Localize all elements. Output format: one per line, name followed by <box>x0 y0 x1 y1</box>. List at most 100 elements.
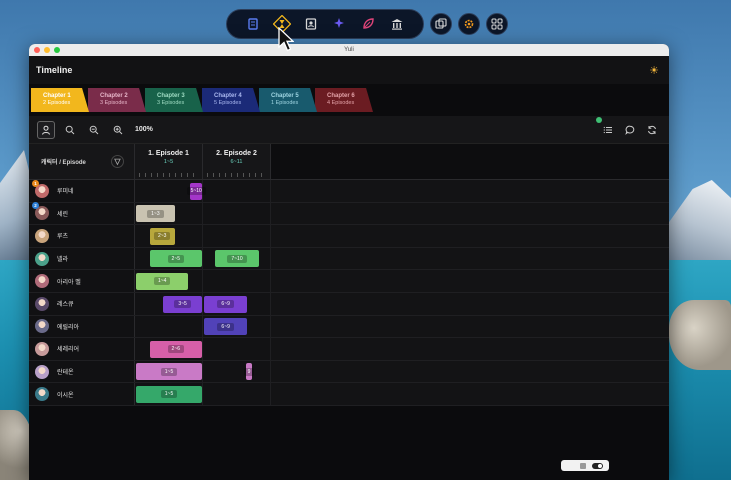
avatar: 2 <box>32 202 49 221</box>
scene-range-bar[interactable]: 2~6 <box>149 340 202 358</box>
layout-icon <box>580 462 586 469</box>
count-badge: 2 <box>32 202 39 210</box>
avatar <box>35 274 49 289</box>
character-label[interactable]: 루츠 <box>29 225 135 247</box>
timeline-cell[interactable] <box>203 270 271 292</box>
scene-range-label: 1~4 <box>153 277 171 286</box>
refresh-icon[interactable] <box>643 121 661 139</box>
character-rows: 1 루미네 2 세린 루츠넬라아리아 벨레스큐에릴리아세레리어란테온이시온 5~10 1~3… <box>29 179 669 406</box>
avatar <box>35 251 49 266</box>
search-icon[interactable] <box>61 121 79 139</box>
scene-range-bar[interactable]: 1~4 <box>136 272 189 290</box>
sun-icon[interactable]: ☀ <box>647 63 661 77</box>
leaf-icon[interactable] <box>359 15 377 33</box>
character-name: 아리아 벨 <box>57 279 81 286</box>
page-title: Timeline <box>36 65 73 75</box>
character-label[interactable]: 세레리어 <box>29 338 135 360</box>
character-label[interactable]: 레스큐 <box>29 292 135 315</box>
avatar <box>35 319 49 334</box>
table-row: 에릴리아 <box>29 315 669 339</box>
tab-chapter-3[interactable]: Chapter 33 Episodes <box>145 88 203 112</box>
sparkle-icon[interactable] <box>330 15 348 33</box>
count-badge: 1 <box>32 179 39 187</box>
table-row: 1 루미네 <box>29 179 669 203</box>
scene-range-bar[interactable]: 2~3 <box>149 227 175 245</box>
grid-icon[interactable] <box>486 13 508 35</box>
scene-range-bar[interactable]: 6~9 <box>204 295 248 313</box>
scene-range-label: 7~10 <box>227 254 247 263</box>
view-toggle[interactable] <box>561 460 609 471</box>
tab-chapter-5[interactable]: Chapter 51 Episodes <box>259 88 317 112</box>
scene-range-bar[interactable]: 1~5 <box>136 363 202 381</box>
table-row: 루츠 <box>29 225 669 248</box>
scene-range-bar[interactable]: 1~5 <box>136 385 202 403</box>
table-row: 이시온 <box>29 383 669 406</box>
mouse-cursor-icon <box>278 27 294 52</box>
toggle-switch[interactable] <box>592 462 603 469</box>
character-label[interactable]: 아리아 벨 <box>29 270 135 292</box>
contact-icon[interactable] <box>302 15 320 33</box>
list-icon[interactable] <box>599 121 617 139</box>
character-label[interactable]: 1 루미네 <box>29 179 135 202</box>
character-label[interactable]: 넬라 <box>29 247 135 270</box>
scene-range-label: 1~5 <box>160 367 178 376</box>
avatar: 1 <box>32 179 49 198</box>
episode-header-2[interactable]: 2. Episode 2 6~11 <box>203 144 271 179</box>
scene-range-bar[interactable]: 7~10 <box>215 250 259 268</box>
chapter-tabs: Chapter 12 Episodes Chapter 23 Episodes Ch… <box>29 84 669 116</box>
scene-range-label: 1~3 <box>147 209 164 218</box>
zoom-out-icon[interactable] <box>85 121 103 139</box>
scene-range-label: 9 <box>243 367 255 376</box>
timeline-cell[interactable] <box>203 202 271 225</box>
scene-range-bar[interactable]: 6~9 <box>204 318 248 336</box>
timeline-cell[interactable] <box>135 315 203 338</box>
bank-icon[interactable] <box>388 15 406 33</box>
comment-icon[interactable] <box>621 121 639 139</box>
character-label[interactable]: 란테온 <box>29 360 135 383</box>
scene-range-label: 2~3 <box>153 232 171 241</box>
character-name: 넬라 <box>57 257 69 264</box>
scene-range-label: 3~5 <box>174 300 191 308</box>
avatar <box>35 387 49 402</box>
corner-label: 캐릭터 / Episode <box>41 160 86 166</box>
scene-range-bar[interactable]: 2~5 <box>149 250 202 268</box>
images-icon[interactable] <box>430 13 452 35</box>
tab-chapter-2[interactable]: Chapter 23 Episodes <box>88 88 146 112</box>
scene-range-bar[interactable]: 3~5 <box>163 295 202 313</box>
timeline-cell[interactable] <box>203 180 271 202</box>
character-label[interactable]: 에릴리아 <box>29 315 135 338</box>
character-label[interactable]: 2 세린 <box>29 202 135 225</box>
scene-range-label: 2~5 <box>167 254 185 263</box>
app-window: Yuli Timeline ☀ Chapter 12 Episodes Chapt… <box>29 44 669 480</box>
character-label[interactable]: 이시온 <box>29 383 135 405</box>
scroll-icon[interactable] <box>244 15 262 33</box>
character-name: 란테온 <box>57 370 74 377</box>
timeline-grid: 캐릭터 / Episode ▽ 1. Episode 1 1~5 2. Epis… <box>29 144 669 406</box>
gear-icon[interactable] <box>458 13 480 35</box>
character-name: 레스큐 <box>57 302 74 309</box>
zoom-in-icon[interactable] <box>109 121 127 139</box>
scene-range-bar[interactable]: 9 <box>243 363 255 381</box>
scene-range-label: 6~9 <box>217 300 234 308</box>
scene-range-bar[interactable]: 5~10 <box>186 182 206 200</box>
window-titlebar[interactable]: Yuli <box>29 44 669 56</box>
table-row: 아리아 벨 <box>29 270 669 293</box>
timeline-cell[interactable] <box>203 225 271 247</box>
episode-header-1[interactable]: 1. Episode 1 1~5 <box>135 144 203 179</box>
timeline-cell[interactable] <box>203 383 271 405</box>
table-row: 세레리어 <box>29 338 669 361</box>
scene-range-bar[interactable]: 1~3 <box>136 205 175 223</box>
tab-chapter-1[interactable]: Chapter 12 Episodes <box>31 88 89 112</box>
notification-dot <box>596 116 602 123</box>
filter-icon[interactable]: ▽ <box>111 155 124 168</box>
timeline-cell[interactable] <box>203 338 271 360</box>
grid-header: 캐릭터 / Episode ▽ 1. Episode 1 1~5 2. Epis… <box>29 144 669 180</box>
person-icon[interactable] <box>37 120 55 139</box>
scene-range-label: 6~9 <box>217 322 234 331</box>
tab-chapter-4[interactable]: Chapter 45 Episodes <box>202 88 260 112</box>
tab-chapter-6[interactable]: Chapter 64 Episodes <box>315 88 373 112</box>
timeline-cell[interactable] <box>203 360 271 383</box>
character-name: 에릴리아 <box>57 324 80 331</box>
zoom-level: 100% <box>135 126 153 133</box>
table-row: 란테온 <box>29 360 669 384</box>
